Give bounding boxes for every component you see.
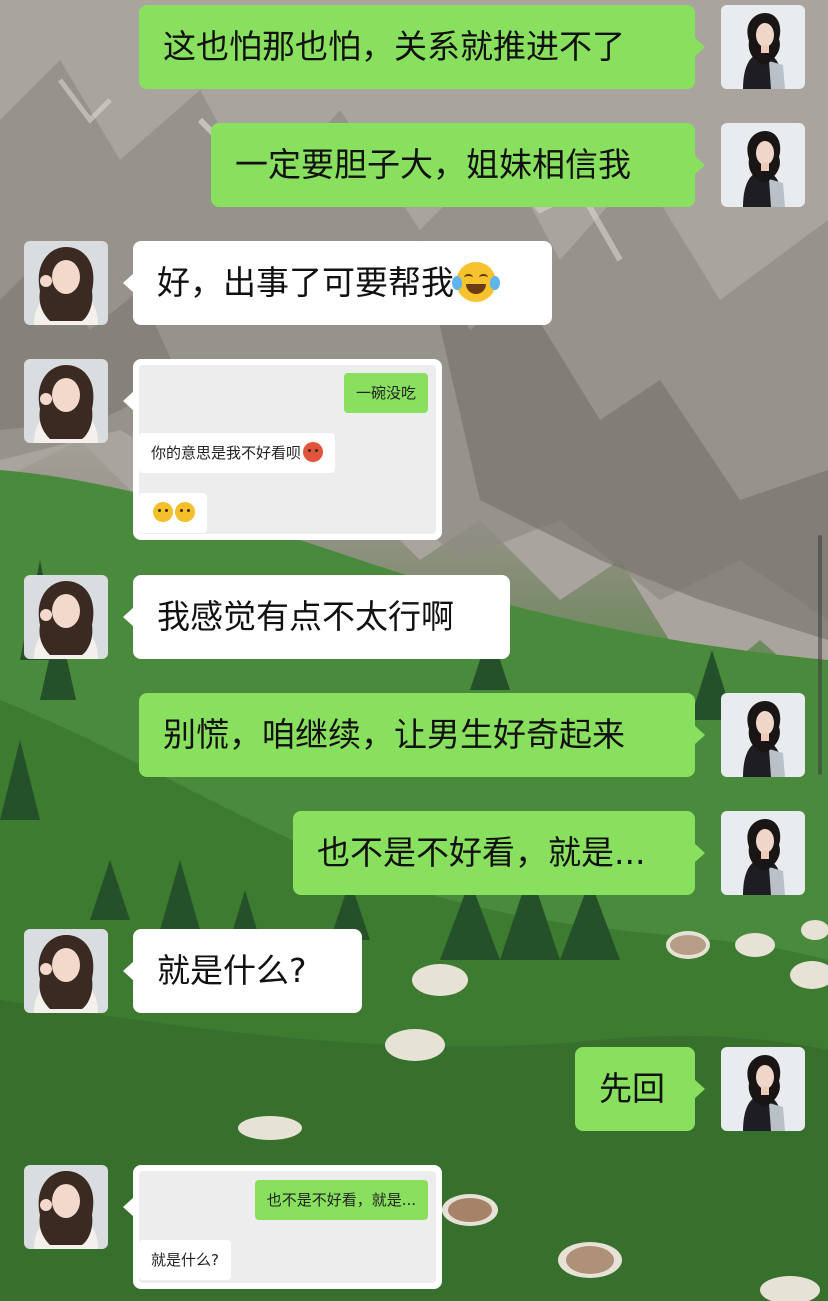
message-text: 好，出事了可要帮我 <box>157 263 454 302</box>
screenshot-bubble-self: 一碗没吃 <box>343 373 428 413</box>
message-bubble-self[interactable]: 一定要胆子大，姐妹相信我 <box>211 123 705 207</box>
message-text: 也不是不好看，就是... <box>317 833 646 872</box>
screenshot-bubble-contact <box>139 493 207 533</box>
screenshot-content: 一碗没吃 你的意思是我不好看呗 <box>139 365 436 534</box>
message-bubble-self[interactable]: 先回 <box>575 1047 705 1131</box>
message-text: 这也怕那也怕，关系就推进不了 <box>163 27 625 66</box>
screenshot-bubble-self: 也不是不好看，就是... <box>254 1180 428 1220</box>
screenshot-text: 你的意思是我不好看呗 <box>151 444 302 462</box>
tears-of-joy-emoji <box>452 262 500 302</box>
screenshot-text: 也不是不好看，就是... <box>266 1191 416 1209</box>
message-bubble-contact[interactable]: 就是什么? <box>123 929 362 1013</box>
contact-avatar[interactable] <box>24 241 108 325</box>
self-avatar[interactable] <box>721 5 805 89</box>
self-avatar[interactable] <box>721 1047 805 1131</box>
message-text: 一定要胆子大，姐妹相信我 <box>235 145 631 184</box>
chat-screenshot-image[interactable]: 一碗没吃 你的意思是我不好看呗 <box>123 359 442 540</box>
message-text: 就是什么? <box>157 951 307 990</box>
message-bubble-contact[interactable]: 我感觉有点不太行啊 <box>123 575 510 659</box>
scrollbar[interactable] <box>818 535 822 775</box>
contact-avatar[interactable] <box>24 1165 108 1249</box>
contact-avatar[interactable] <box>24 359 108 443</box>
screenshot-bubble-contact: 就是什么? <box>139 1240 231 1280</box>
message-text: 我感觉有点不太行啊 <box>157 597 454 636</box>
message-bubble-self[interactable]: 也不是不好看，就是... <box>293 811 705 895</box>
screenshot-bubble-contact: 你的意思是我不好看呗 <box>139 433 336 473</box>
frowning-face-emoji <box>175 502 195 522</box>
contact-avatar[interactable] <box>24 929 108 1013</box>
screenshot-text: 一碗没吃 <box>355 384 416 402</box>
frowning-face-emoji <box>153 502 173 522</box>
message-bubble-self[interactable]: 别慌，咱继续，让男生好奇起来 <box>139 693 705 777</box>
self-avatar[interactable] <box>721 811 805 895</box>
message-bubble-contact[interactable]: 好，出事了可要帮我 <box>123 241 552 325</box>
self-avatar[interactable] <box>721 693 805 777</box>
chat-screenshot-image[interactable]: 也不是不好看，就是... 就是什么? <box>123 1165 442 1289</box>
screenshot-content: 也不是不好看，就是... 就是什么? <box>139 1171 436 1283</box>
self-avatar[interactable] <box>721 123 805 207</box>
contact-avatar[interactable] <box>24 575 108 659</box>
angry-face-emoji <box>303 442 324 462</box>
message-text: 先回 <box>599 1069 665 1108</box>
message-text: 别慌，咱继续，让男生好奇起来 <box>163 715 625 754</box>
screenshot-text: 就是什么? <box>151 1251 219 1269</box>
message-bubble-self[interactable]: 这也怕那也怕，关系就推进不了 <box>139 5 705 89</box>
